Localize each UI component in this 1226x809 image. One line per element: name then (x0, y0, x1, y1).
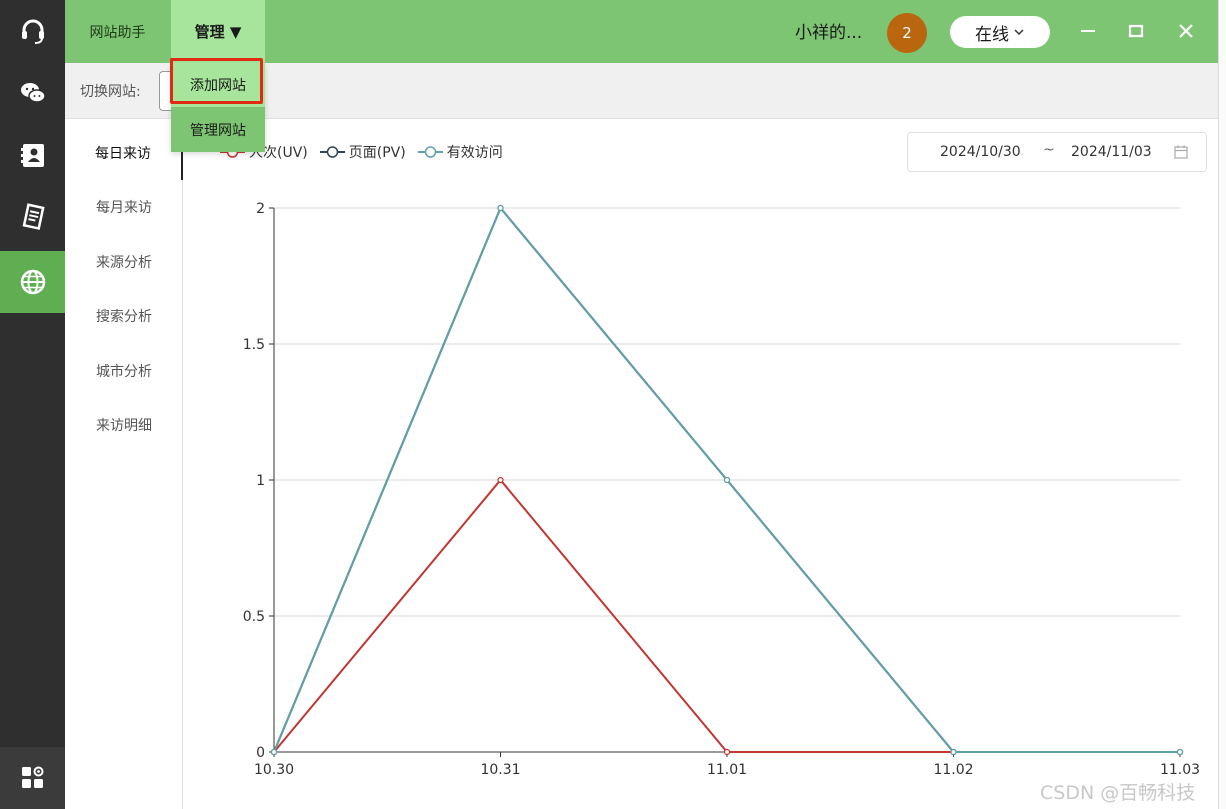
tab-manage-menu[interactable]: 管理 ▼ (171, 0, 265, 63)
rail-item-website[interactable] (0, 251, 65, 313)
data-point (497, 476, 504, 484)
menu-item-manage-websites[interactable]: 管理网站 (171, 108, 265, 152)
maximize-button[interactable] (1121, 16, 1151, 46)
date-range-picker[interactable]: 2024/10/30 ~ 2024/11/03 (907, 132, 1207, 172)
contacts-icon (20, 144, 44, 167)
headset-icon (21, 19, 44, 44)
rail-item-support[interactable] (0, 0, 65, 62)
minimize-icon (1081, 30, 1095, 32)
subnav-item-monthly[interactable]: 每月来访 (65, 180, 183, 234)
data-point (723, 476, 731, 484)
date-separator: ~ (1043, 142, 1055, 158)
manage-dropdown-menu: 添加网站 管理网站 (171, 63, 265, 152)
x-tick-label: 11.01 (707, 762, 747, 778)
notification-badge[interactable]: 2 (887, 13, 927, 53)
legend-item[interactable]: 页面(PV) (319, 142, 406, 162)
date-end: 2024/11/03 (1071, 144, 1152, 160)
date-start: 2024/10/30 (940, 144, 1021, 160)
data-point (1176, 748, 1184, 756)
legend-item[interactable]: 有效访问 (417, 142, 503, 162)
calendar-icon (1174, 145, 1188, 159)
app-window: 网站助手 管理 ▼ 小祥的... 2 在线 切换网站: 添加网站 管理网站 每日… (0, 0, 1226, 809)
legend-symbol (319, 146, 345, 158)
tab-website-helper[interactable]: 网站助手 (65, 0, 170, 63)
background-window-edge (1218, 0, 1226, 809)
top-bar: 网站助手 管理 ▼ 小祥的... 2 在线 (65, 0, 1218, 63)
subnav-item-daily[interactable]: 每日来访 (65, 126, 183, 180)
chart-panel: 0 0.5 1 1.5 2 10.30 10.31 11.01 11.02 11.03 人次(UV… (184, 120, 1218, 809)
menu-item-add-website[interactable]: 添加网站 (171, 63, 265, 107)
legend-label: 页面(PV) (348, 145, 406, 161)
minimize-button[interactable] (1073, 16, 1103, 46)
maximize-icon (1128, 24, 1144, 38)
line-chart: 0 0.5 1 1.5 2 10.30 10.31 11.01 11.02 11.03 (243, 201, 1200, 778)
status-dropdown[interactable]: 在线 (950, 16, 1050, 48)
x-tick-label: 10.31 (480, 762, 520, 778)
legend-label: 有效访问 (446, 145, 503, 161)
subnav-item-city[interactable]: 城市分析 (65, 344, 183, 398)
y-tick-label: 1.5 (243, 337, 265, 353)
legend-symbol (417, 146, 443, 158)
globe-icon (20, 269, 45, 295)
chevron-down-icon (1014, 29, 1024, 36)
sub-navigation: 每日来访 每月来访 来源分析 搜索分析 城市分析 来访明细 (65, 120, 183, 809)
rail-item-wechat[interactable] (0, 62, 65, 124)
x-tick-label: 10.30 (254, 762, 294, 778)
watermark: CSDN @百畅科技 (1040, 782, 1196, 804)
y-tick-label: 2 (256, 201, 265, 217)
x-tick-label: 11.03 (1160, 762, 1200, 778)
y-tick-label: 0.5 (243, 609, 265, 625)
close-icon (1179, 24, 1193, 38)
switch-site-label: 切换网站: (80, 84, 141, 100)
rail-item-contacts[interactable] (0, 124, 65, 186)
subnav-item-details[interactable]: 来访明细 (65, 398, 183, 452)
subnav-item-search[interactable]: 搜索分析 (65, 289, 183, 343)
wechat-icon (20, 83, 46, 103)
subnav-item-source[interactable]: 来源分析 (65, 235, 183, 289)
data-point (950, 748, 957, 756)
y-tick-label: 0 (256, 745, 265, 761)
close-button[interactable] (1171, 16, 1201, 46)
apps-icon (21, 766, 43, 788)
y-tick-label: 1 (256, 473, 265, 489)
left-rail (0, 0, 65, 809)
notes-icon (22, 203, 45, 230)
status-label: 在线 (975, 24, 1009, 45)
rail-item-notes[interactable] (0, 186, 65, 248)
user-name: 小祥的... (795, 23, 863, 43)
x-tick-label: 11.02 (933, 762, 973, 778)
data-point (270, 748, 278, 756)
data-point (723, 748, 731, 756)
rail-item-apps[interactable] (0, 747, 65, 809)
data-point (497, 204, 504, 212)
